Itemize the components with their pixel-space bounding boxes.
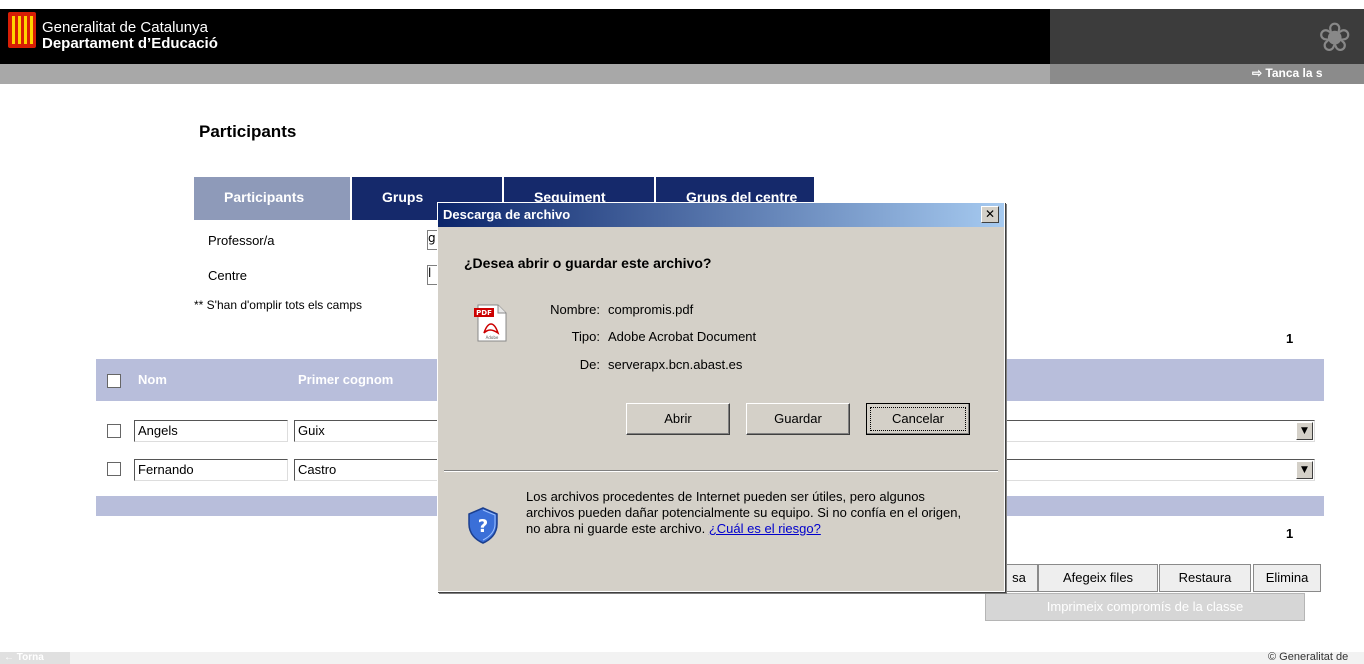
pdf-file-icon: PDF Adobe [474, 304, 507, 342]
close-icon[interactable]: ✕ [981, 206, 999, 223]
page-number-bottom[interactable]: 1 [1286, 526, 1293, 541]
tab-label: Participants [224, 189, 305, 205]
column-header-primer-cognom[interactable]: Primer cognom [298, 372, 393, 387]
page-number-top[interactable]: 1 [1286, 331, 1293, 346]
row-select[interactable] [1000, 459, 1315, 481]
row-nom-input[interactable]: Fernando [134, 459, 288, 481]
tab-participants[interactable]: Participants [194, 177, 350, 220]
row-checkbox[interactable] [107, 424, 121, 438]
centre-label: Centre [208, 268, 248, 283]
footer-bar [0, 652, 1364, 664]
close-session-link[interactable]: ⇨ Tanca la s [1252, 66, 1323, 80]
header-title-line2: Departament d’Educació [42, 35, 218, 52]
print-commitment-button[interactable]: Imprimeix compromís de la classe [985, 593, 1305, 621]
row-nom-input[interactable]: Angels [134, 420, 288, 442]
dialog-title: Descarga de archivo [438, 203, 1004, 227]
partial-button[interactable]: sa [1000, 564, 1038, 592]
header-title-line1: Generalitat de Catalunya [42, 19, 208, 36]
cancel-button[interactable]: Cancelar [866, 403, 970, 435]
restore-button[interactable]: Restaura [1159, 564, 1251, 592]
column-header-nom[interactable]: Nom [138, 372, 167, 387]
dialog-separator [444, 470, 998, 472]
file-source-value: serverapx.bcn.abast.es [608, 357, 743, 372]
row-select[interactable] [1000, 420, 1315, 442]
file-type-label: Tipo: [571, 329, 600, 344]
add-rows-button[interactable]: Afegeix files [1038, 564, 1158, 592]
security-shield-icon: ? [468, 507, 498, 544]
open-button[interactable]: Abrir [626, 403, 730, 435]
tab-label: Grups [382, 189, 424, 205]
header-right-panel [1050, 9, 1364, 64]
file-source-label: De: [579, 357, 600, 372]
file-name-value: compromis.pdf [608, 302, 694, 317]
chevron-down-icon[interactable]: ▼ [1296, 461, 1313, 479]
generalitat-logo [8, 12, 36, 48]
pdf-brand-text: Adobe [486, 335, 499, 340]
download-dialog: Descarga de archivo ✕ ¿Desea abrir o gua… [437, 202, 1005, 592]
file-name-label: Nombre: [550, 302, 600, 317]
select-all-checkbox[interactable] [107, 374, 121, 388]
back-link[interactable]: ← Torna [0, 652, 70, 664]
risk-link[interactable]: ¿Cuál es el riesgo? [709, 521, 821, 536]
required-note: ** S'han d'omplir tots els camps [194, 298, 362, 312]
professor-label: Professor/a [208, 233, 275, 248]
file-type-value: Adobe Acrobat Document [608, 329, 757, 344]
chevron-down-icon[interactable]: ▼ [1296, 422, 1313, 440]
row-checkbox[interactable] [107, 462, 121, 476]
svg-text:?: ? [478, 516, 488, 537]
save-button[interactable]: Guardar [746, 403, 850, 435]
page-title: Participants [199, 122, 297, 141]
security-warning: Los archivos procedentes de Internet pue… [526, 489, 966, 537]
row-cognom-input[interactable]: Castro [294, 459, 440, 481]
dialog-question: ¿Desea abrir o guardar este archivo? [464, 255, 712, 271]
emblem-icon: ❀ [1318, 15, 1352, 61]
copyright-text: © Generalitat de [1268, 651, 1349, 663]
row-cognom-input[interactable]: Guix [294, 420, 440, 442]
delete-button[interactable]: Elimina [1253, 564, 1321, 592]
pdf-badge-text: PDF [476, 309, 492, 317]
